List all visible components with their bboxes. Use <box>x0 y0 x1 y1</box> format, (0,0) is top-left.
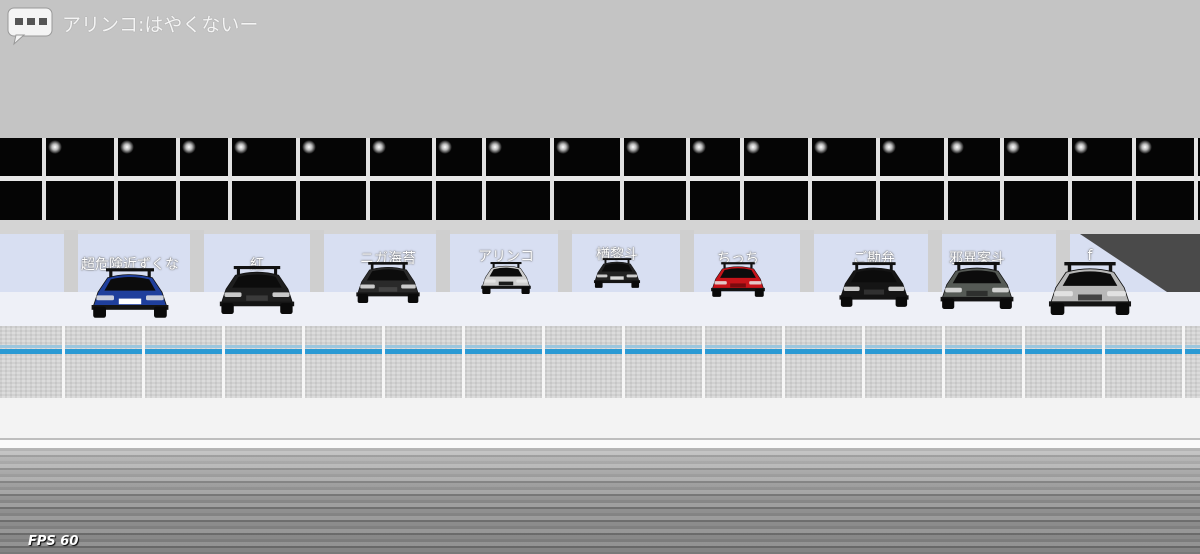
fence-post <box>782 326 785 402</box>
window-mullion <box>876 138 880 230</box>
player-car[interactable] <box>355 262 421 307</box>
window-glare <box>556 140 570 154</box>
fence-post <box>382 326 385 402</box>
fps-counter: FPS 60 <box>28 534 79 549</box>
window-mullion <box>366 138 370 230</box>
player-car[interactable] <box>710 262 766 301</box>
fence-post <box>1022 326 1025 402</box>
window-glare <box>950 140 964 154</box>
window-glare <box>120 140 134 154</box>
window-mullion <box>432 138 436 230</box>
window-glare <box>692 140 706 154</box>
pit-wall <box>0 326 1200 400</box>
window-glare <box>48 140 62 154</box>
window-glare <box>746 140 760 154</box>
fence-post <box>942 326 945 402</box>
window-mullion <box>740 138 744 230</box>
track-apron <box>0 398 1200 440</box>
fence-post <box>302 326 305 402</box>
window-mullion <box>482 138 486 230</box>
window-mullion <box>296 138 300 230</box>
fence-post <box>222 326 225 402</box>
pit-building <box>0 138 1200 230</box>
player-car[interactable] <box>480 262 532 298</box>
window-mullion <box>228 138 232 230</box>
fence-post <box>1182 326 1185 402</box>
window-mullion <box>42 138 46 230</box>
window-glare <box>814 140 828 154</box>
window-mullion <box>620 138 624 230</box>
fence-post <box>622 326 625 402</box>
player-car[interactable] <box>939 262 1015 313</box>
window-mullion <box>1068 138 1072 230</box>
fence-post <box>702 326 705 402</box>
window-glare <box>234 140 248 154</box>
window-glare <box>372 140 386 154</box>
window-glare <box>882 140 896 154</box>
window-mullion <box>808 138 812 230</box>
window-mullion <box>1000 138 1004 230</box>
fence-post <box>462 326 465 402</box>
window-mullion <box>176 138 180 230</box>
window-mullion <box>944 138 948 230</box>
window-glare <box>626 140 640 154</box>
fence-post <box>62 326 65 402</box>
pit-wall-stripe <box>0 349 1200 354</box>
window-glare <box>1138 140 1152 154</box>
fence-post <box>542 326 545 402</box>
player-car[interactable] <box>1047 262 1133 319</box>
player-car[interactable] <box>90 268 170 322</box>
window-glare <box>302 140 316 154</box>
pit-wall-stripe-light <box>0 345 1200 348</box>
window-glare <box>438 140 452 154</box>
window-mullion <box>1132 138 1136 230</box>
window-mullion <box>686 138 690 230</box>
window-glare <box>182 140 196 154</box>
pit-lane-floor <box>0 292 1200 328</box>
window-glare <box>1006 140 1020 154</box>
chat-message: アリンコ:はやくないー <box>62 14 259 36</box>
window-mullion <box>550 138 554 230</box>
fence-post <box>862 326 865 402</box>
chat-icon[interactable] <box>6 6 56 46</box>
player-car[interactable] <box>593 258 641 292</box>
player-car[interactable] <box>838 262 910 311</box>
building-ledge <box>0 220 1200 234</box>
window-mullion <box>114 138 118 230</box>
player-car[interactable] <box>218 266 296 318</box>
fence-post <box>1102 326 1105 402</box>
window-divider <box>0 176 1200 181</box>
fence-post <box>142 326 145 402</box>
window-glare <box>1074 140 1088 154</box>
window-mullion <box>1194 138 1198 230</box>
track-asphalt-shade <box>0 448 1200 554</box>
window-glare <box>488 140 502 154</box>
